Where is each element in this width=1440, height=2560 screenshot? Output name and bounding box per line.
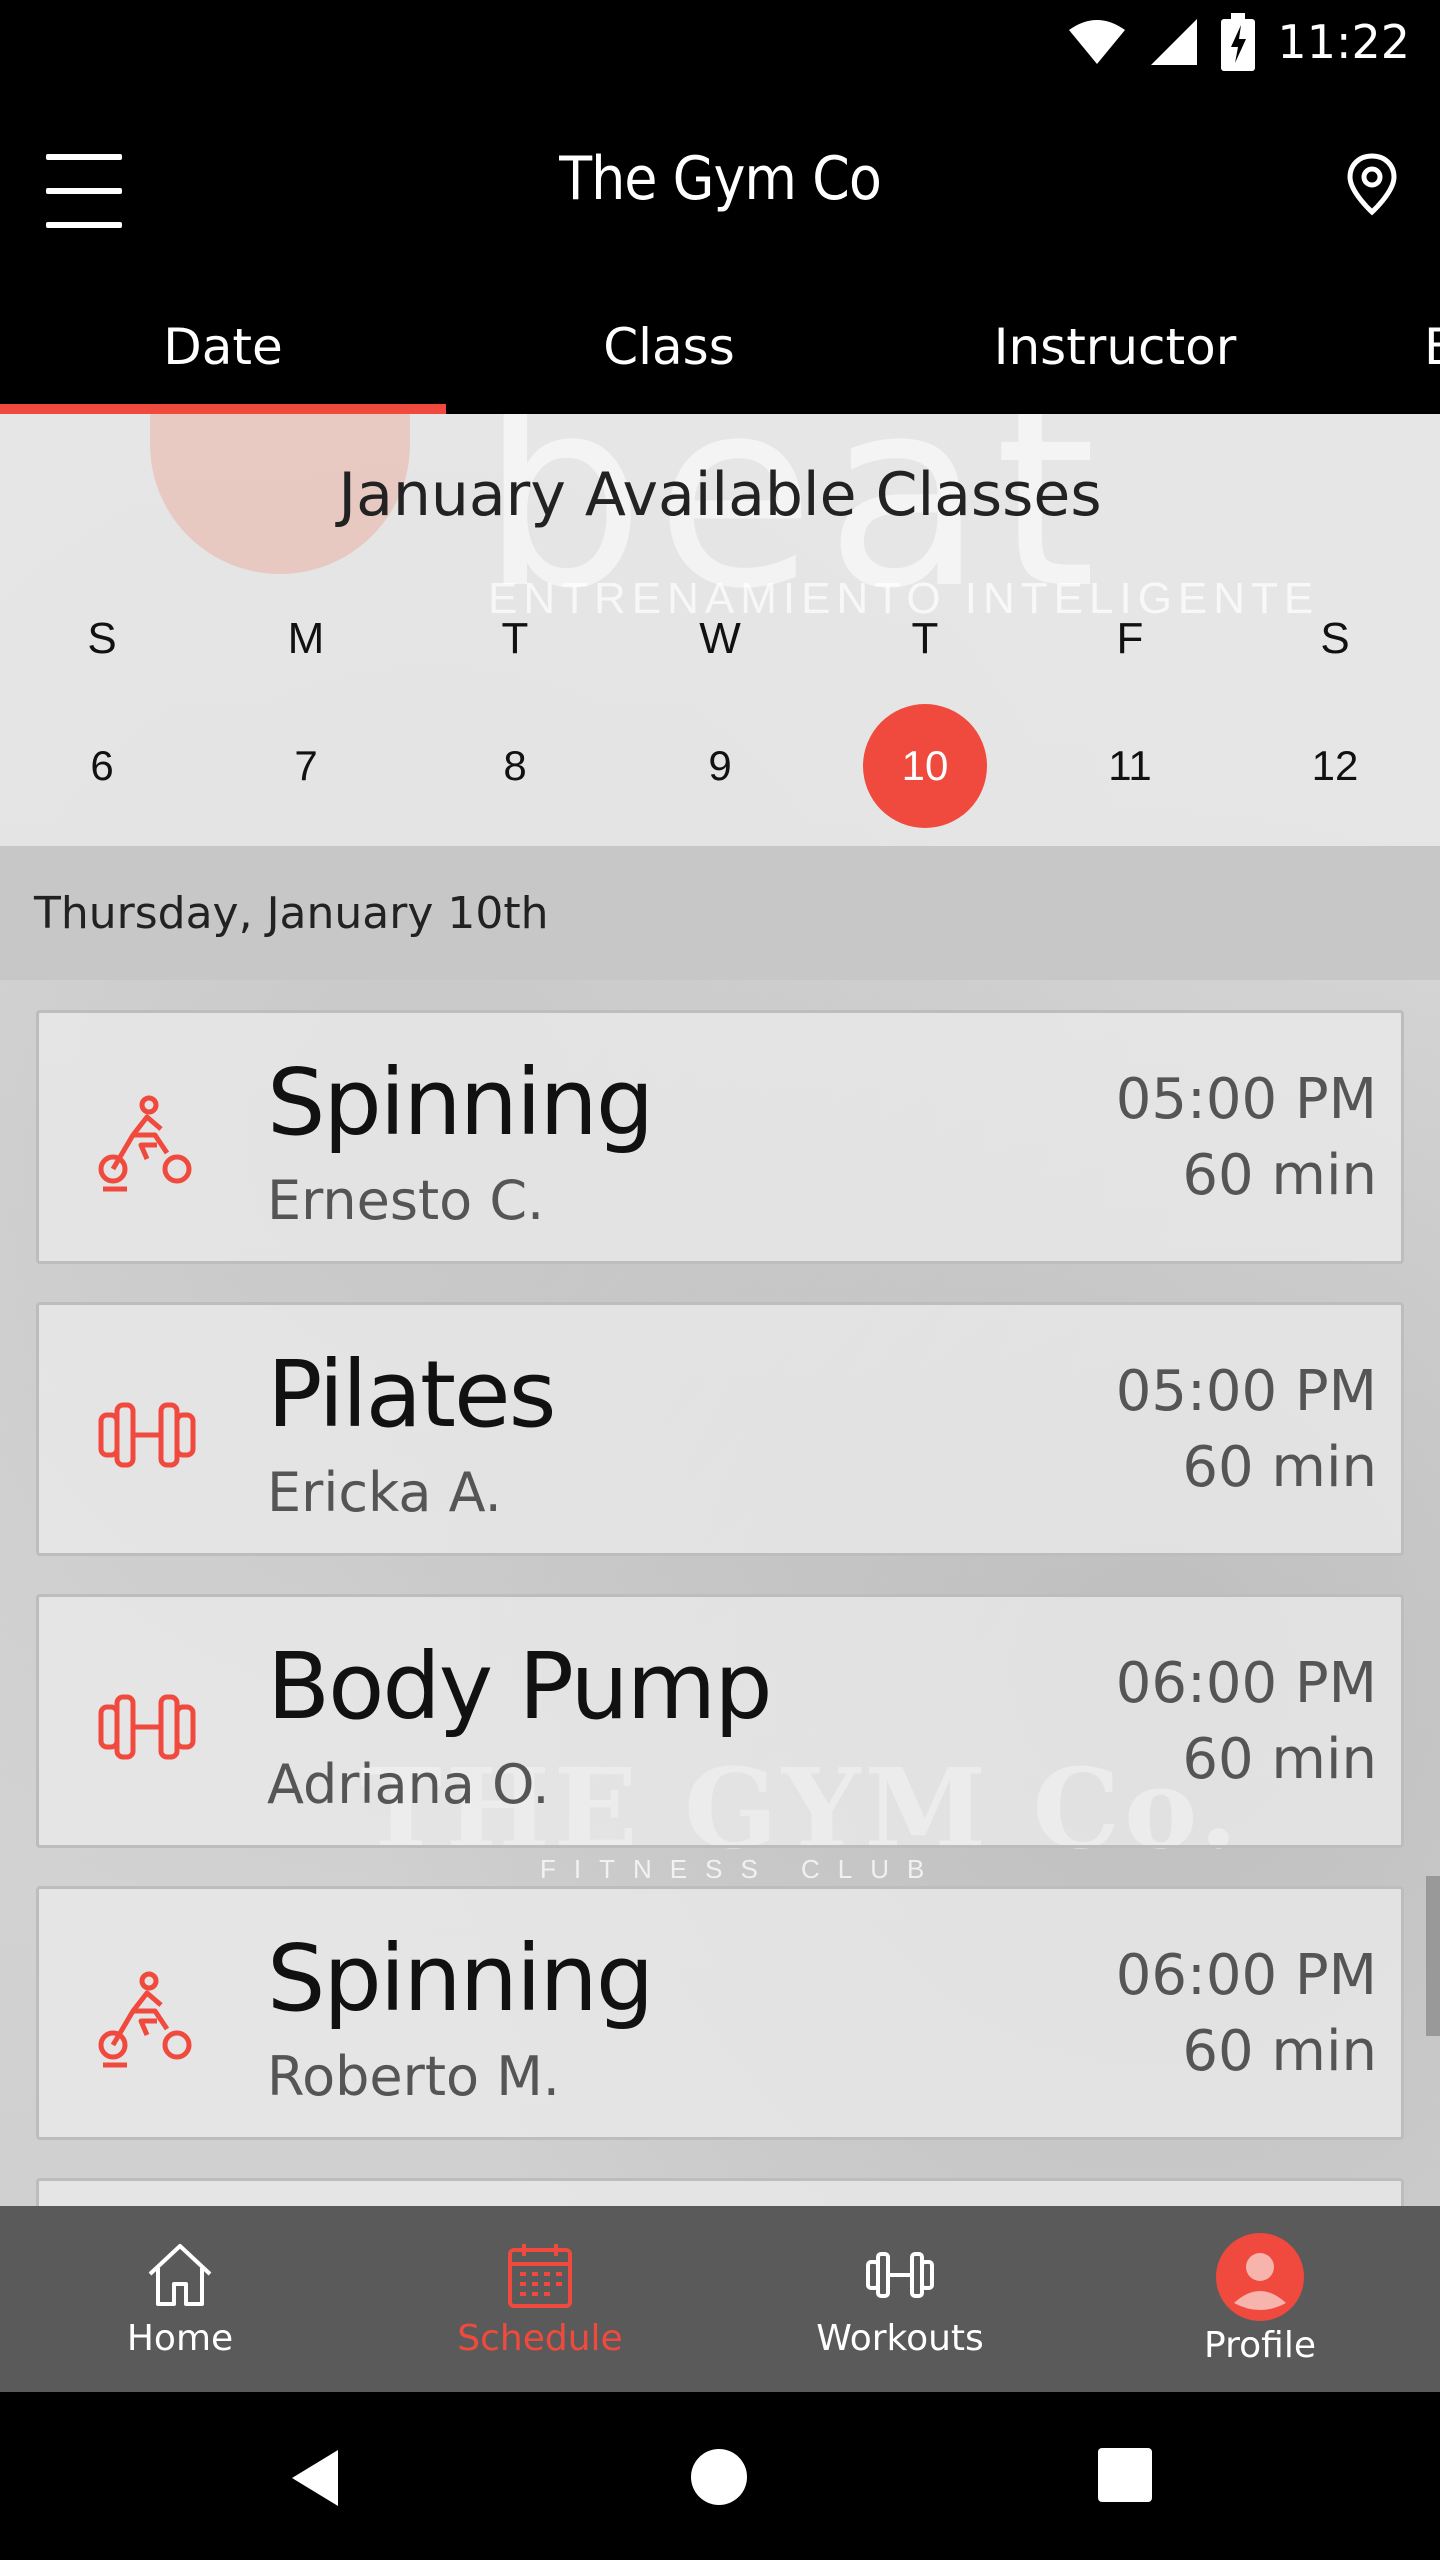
day-number: 9: [708, 742, 732, 789]
recents-icon[interactable]: [1098, 2448, 1152, 2502]
class-card[interactable]: Body Pump Adriana O. 06:00 PM 60 min: [36, 1594, 1404, 1848]
dumbbell-icon: [98, 1694, 196, 1760]
tab-bar: Date Class Instructor B: [0, 280, 1440, 414]
class-time: 05:00 PM: [1115, 1067, 1377, 1132]
selected-day-circle: 10: [863, 704, 987, 828]
class-card[interactable]: Pilates Ericka A. 05:00 PM 60 min: [36, 1302, 1404, 1556]
bottom-nav: Home Schedule Workouts Profile: [0, 2206, 1440, 2392]
app-bar: The Gym Co: [0, 84, 1440, 280]
class-duration: 60 min: [1182, 1435, 1377, 1500]
tab-label: Instructor: [993, 318, 1237, 376]
calendar-day[interactable]: 12: [1265, 704, 1405, 828]
nav-workouts[interactable]: Workouts: [720, 2206, 1080, 2392]
weekday-label: W: [699, 614, 741, 663]
tab-label: Class: [603, 318, 735, 376]
class-card[interactable]: Spinning Roberto M. 06:00 PM 60 min: [36, 1886, 1404, 2140]
day-number: 7: [294, 742, 318, 789]
nav-profile[interactable]: Profile: [1080, 2206, 1440, 2392]
weekday-label: T: [911, 614, 939, 663]
calendar-icon: [508, 2243, 572, 2308]
class-card-partial[interactable]: [36, 2178, 1404, 2206]
weekday-label: F: [1116, 614, 1144, 663]
signal-icon: [1151, 19, 1198, 65]
selected-date-header: Thursday, January 10th: [0, 846, 1440, 980]
calendar-day[interactable]: 11: [1060, 704, 1200, 828]
nav-label: Schedule: [457, 2317, 623, 2359]
status-time: 11:22: [1277, 15, 1410, 69]
weekday-label: S: [87, 614, 117, 663]
home-icon: [148, 2243, 212, 2306]
class-name: Pilates: [267, 1341, 557, 1448]
schedule-content[interactable]: beat ENTRENAMIENTO INTELIGENTE January A…: [0, 414, 1440, 2206]
instructor-name: Adriana O.: [267, 1753, 550, 1816]
day-number: 6: [90, 742, 114, 789]
class-card[interactable]: Spinning Ernesto C. 05:00 PM 60 min: [36, 1010, 1404, 1264]
tab-class[interactable]: Class: [446, 280, 892, 414]
gym-logo-subtitle: FITNESS CLUB: [540, 1854, 943, 1884]
bike-icon: [98, 1095, 192, 1192]
day-number: 10: [901, 742, 949, 789]
tab-label: Date: [163, 318, 283, 376]
class-duration: 60 min: [1182, 1727, 1377, 1792]
instructor-name: Ernesto C.: [267, 1169, 545, 1232]
weekday-label: T: [501, 614, 529, 663]
dumbbell-icon: [98, 1402, 196, 1468]
dumbbell-icon: [866, 2251, 934, 2298]
calendar-title: January Available Classes: [338, 460, 1102, 530]
tab-instructor[interactable]: Instructor: [892, 280, 1338, 414]
avatar-icon: [1216, 2232, 1304, 2321]
nav-label: Workouts: [816, 2317, 984, 2359]
class-duration: 60 min: [1182, 2019, 1377, 2084]
calendar-day[interactable]: 6: [32, 704, 172, 828]
class-name: Body Pump: [267, 1633, 773, 1740]
tab-label: B: [1424, 318, 1440, 376]
status-bar: 11:22: [0, 0, 1440, 84]
class-time: 06:00 PM: [1115, 1943, 1377, 2008]
day-number: 8: [503, 742, 527, 789]
weekday-label: S: [1320, 614, 1350, 663]
class-name: Spinning: [267, 1925, 654, 2032]
calendar-header: beat ENTRENAMIENTO INTELIGENTE January A…: [0, 414, 1440, 846]
back-icon[interactable]: [288, 2448, 342, 2508]
nav-schedule[interactable]: Schedule: [360, 2206, 720, 2392]
weekday-label: M: [287, 614, 325, 663]
nav-label: Profile: [1204, 2324, 1316, 2366]
calendar-day[interactable]: 8: [445, 704, 585, 828]
app-title: The Gym Co: [559, 144, 882, 214]
class-name: Spinning: [267, 1049, 654, 1156]
battery-icon: [1221, 13, 1256, 71]
calendar-day[interactable]: 7: [236, 704, 376, 828]
instructor-name: Ericka A.: [267, 1461, 502, 1524]
status-icons: 11:22: [1067, 10, 1410, 74]
class-time: 05:00 PM: [1115, 1359, 1377, 1424]
location-pin-icon[interactable]: [1344, 152, 1400, 216]
system-nav-bar: [0, 2392, 1440, 2560]
nav-home[interactable]: Home: [0, 2206, 360, 2392]
day-number: 12: [1311, 742, 1359, 789]
instructor-name: Roberto M.: [267, 2045, 560, 2108]
class-time: 06:00 PM: [1115, 1651, 1377, 1716]
nav-label: Home: [126, 2317, 234, 2359]
class-duration: 60 min: [1182, 1143, 1377, 1208]
calendar-day-selected[interactable]: 10: [855, 704, 995, 828]
tab-indicator: [0, 404, 446, 414]
calendar-day[interactable]: 9: [650, 704, 790, 828]
tab-date[interactable]: Date: [0, 280, 446, 414]
day-number: 11: [1108, 742, 1152, 789]
tab-more[interactable]: B: [1338, 280, 1440, 414]
home-circle-icon[interactable]: [690, 2448, 748, 2506]
wifi-icon: [1069, 20, 1126, 64]
bike-icon: [98, 1971, 192, 2068]
scrollbar-thumb[interactable]: [1426, 1876, 1440, 2036]
